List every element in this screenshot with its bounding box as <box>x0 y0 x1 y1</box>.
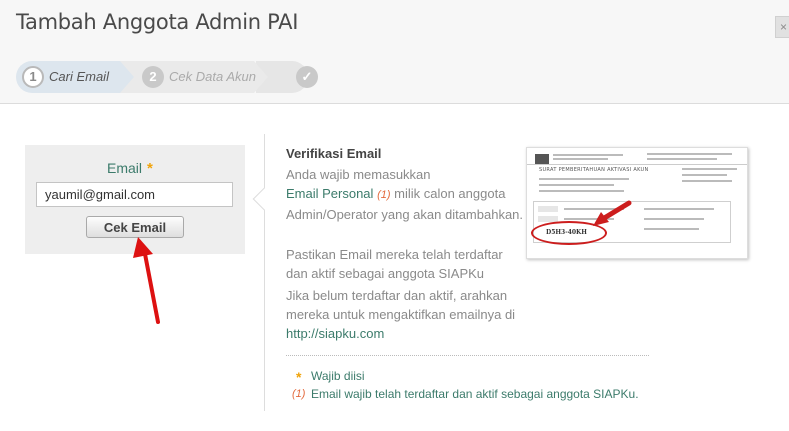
close-button[interactable]: × <box>775 16 789 38</box>
info-paragraph-2: Pastikan Email mereka telah terdaftar da… <box>286 247 503 281</box>
footnote-reference: Email wajib telah terdaftar dan aktif se… <box>311 387 639 401</box>
info-text: Anda wajib memasukkan <box>286 167 431 182</box>
info-paragraph-1: Anda wajib memasukkan Email Personal (1)… <box>286 165 526 224</box>
required-star: * <box>147 160 153 177</box>
info-paragraph-3: Jika belum terdaftar dan aktif, arahkan … <box>286 286 526 343</box>
siapku-link[interactable]: http://siapku.com <box>286 326 384 341</box>
cek-email-button[interactable]: Cek Email <box>86 216 184 238</box>
info-title: Verifikasi Email <box>286 146 382 161</box>
email-label: Email <box>107 160 143 176</box>
check-icon: ✓ <box>296 66 318 88</box>
divider-notch <box>252 187 276 211</box>
dialog-header: Tambah Anggota Admin PAI × ✓ 2 Cek Data … <box>0 0 789 104</box>
email-personal-text: Email Personal <box>286 186 374 201</box>
document-thumbnail: SURAT PEMBERITAHUAN AKTIVASI AKUN D5H3-4… <box>526 147 748 259</box>
step-label: Cari Email <box>49 69 109 84</box>
footnote-separator <box>286 355 649 356</box>
step-number: 1 <box>22 66 44 88</box>
footnote-required: Wajib diisi <box>311 369 365 383</box>
panel-divider <box>264 134 265 411</box>
step-number: 2 <box>142 66 164 88</box>
reference-mark: (1) <box>377 189 391 201</box>
reference-mark: (1) <box>292 388 306 400</box>
email-search-panel: Email * Cek Email <box>25 145 245 254</box>
step-label: Cek Data Akun <box>169 69 256 84</box>
info-text: Jika belum terdaftar dan aktif, arahkan … <box>286 288 516 322</box>
wizard-step-1[interactable]: 1 Cari Email <box>16 61 136 93</box>
dialog-title: Tambah Anggota Admin PAI <box>16 10 299 34</box>
email-input[interactable] <box>36 182 233 207</box>
thumbnail-arrow-icon <box>593 200 632 226</box>
required-star: * <box>296 369 302 385</box>
